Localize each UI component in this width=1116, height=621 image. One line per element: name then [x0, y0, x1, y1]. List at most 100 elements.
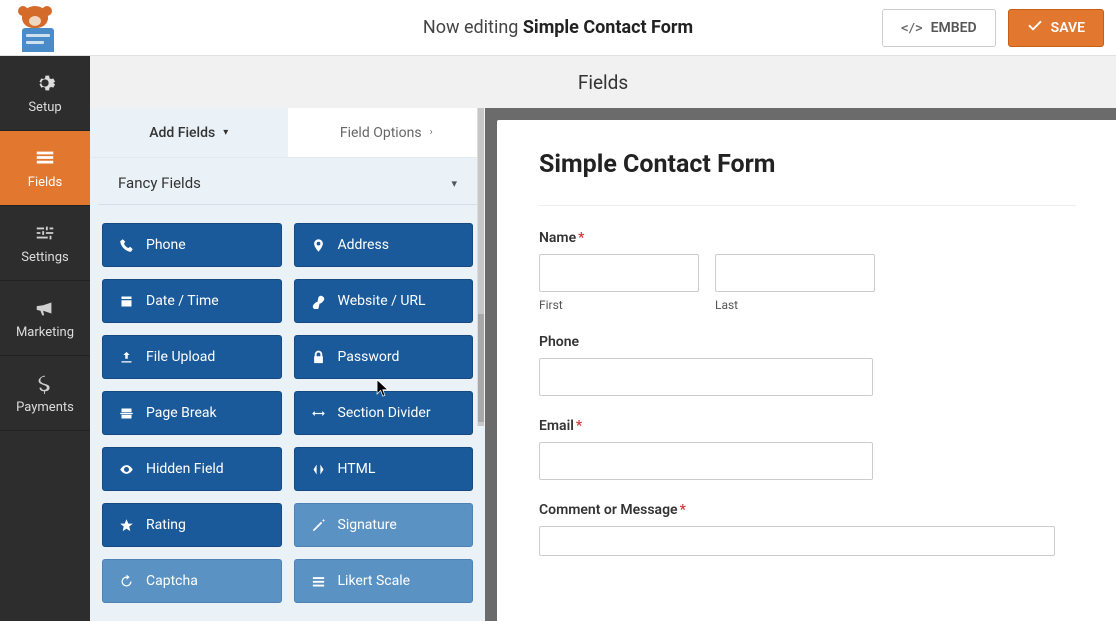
field-captcha-label: Captcha [146, 573, 198, 589]
email-label: Email* [539, 418, 1076, 434]
lock-icon [311, 350, 326, 365]
upload-icon [119, 350, 134, 365]
nav-setup-label: Setup [28, 100, 61, 115]
nav-fields-label: Fields [28, 175, 62, 190]
email-input[interactable] [539, 442, 873, 480]
phone-icon [119, 238, 134, 253]
last-sublabel: Last [715, 298, 875, 312]
field-rating-label: Rating [146, 517, 186, 533]
group-title: Fancy Fields [118, 174, 201, 192]
grid-icon [311, 574, 326, 589]
nav-payments[interactable]: Payments [0, 356, 90, 431]
refresh-icon [119, 574, 134, 589]
nav-payments-label: Payments [16, 400, 74, 415]
calendar-icon [119, 294, 134, 309]
last-name-input[interactable] [715, 254, 875, 292]
field-signature[interactable]: Signature [294, 503, 474, 547]
first-sublabel: First [539, 298, 699, 312]
nav-settings-label: Settings [21, 250, 68, 265]
field-phone-label: Phone [146, 237, 186, 253]
comment-textarea[interactable] [539, 526, 1055, 556]
app-logo [12, 6, 58, 52]
field-hidden[interactable]: Hidden Field [102, 447, 282, 491]
eye-slash-icon [119, 462, 134, 477]
nav-marketing[interactable]: Marketing [0, 281, 90, 356]
embed-button[interactable]: </> EMBED [882, 9, 996, 47]
preview-page[interactable]: Simple Contact Form Name* First Last [497, 120, 1116, 621]
map-pin-icon [311, 238, 326, 253]
field-name[interactable]: Name* First Last [539, 230, 1076, 312]
field-website[interactable]: Website / URL [294, 279, 474, 323]
nav-setup[interactable]: Setup [0, 56, 90, 131]
tab-options-label: Field Options [340, 125, 422, 141]
field-signature-label: Signature [338, 517, 397, 533]
code-icon [311, 462, 326, 477]
code-icon: </> [901, 21, 923, 35]
chevron-right-icon: › [430, 127, 433, 138]
phone-label: Phone [539, 334, 1076, 350]
field-pagebreak[interactable]: Page Break [102, 391, 282, 435]
chevron-down-icon: ▾ [223, 127, 228, 138]
star-icon [119, 518, 134, 533]
field-datetime[interactable]: Date / Time [102, 279, 282, 323]
sliders-icon [34, 222, 56, 244]
embed-label: EMBED [931, 20, 977, 36]
page-title: Now editing Simple Contact Form [423, 17, 693, 38]
pencil-icon [311, 518, 326, 533]
check-icon [1027, 18, 1043, 38]
gear-icon [34, 72, 56, 94]
nav-settings[interactable]: Settings [0, 206, 90, 281]
scrollbar-thumb[interactable] [478, 314, 484, 422]
comment-label: Comment or Message* [539, 502, 1076, 518]
field-sectiondivider[interactable]: Section Divider [294, 391, 474, 435]
field-pagebreak-label: Page Break [146, 405, 217, 421]
field-html[interactable]: HTML [294, 447, 474, 491]
field-address[interactable]: Address [294, 223, 474, 267]
field-comment-preview[interactable]: Comment or Message* [539, 502, 1076, 556]
list-icon [34, 147, 56, 169]
panel-title: Fields [578, 71, 628, 94]
tab-field-options[interactable]: Field Options › [288, 108, 486, 157]
field-likert-label: Likert Scale [338, 573, 411, 589]
tab-add-label: Add Fields [149, 125, 215, 141]
field-phone[interactable]: Phone [102, 223, 282, 267]
dollar-icon [34, 372, 56, 394]
save-label: SAVE [1051, 20, 1085, 36]
field-datetime-label: Date / Time [146, 293, 219, 309]
field-phone-preview[interactable]: Phone [539, 334, 1076, 396]
field-fileupload[interactable]: File Upload [102, 335, 282, 379]
form-preview: Simple Contact Form Name* First Last [485, 108, 1116, 621]
name-label: Name* [539, 230, 1076, 246]
field-html-label: HTML [338, 461, 376, 477]
field-palette: Add Fields ▾ Field Options › Fancy Field… [90, 108, 485, 621]
top-bar: Now editing Simple Contact Form </> EMBE… [0, 0, 1116, 56]
field-likert[interactable]: Likert Scale [294, 559, 474, 603]
group-fancy-fields[interactable]: Fancy Fields ▾ [98, 158, 477, 205]
field-sectiondivider-label: Section Divider [338, 405, 431, 421]
field-fileupload-label: File Upload [146, 349, 215, 365]
field-captcha[interactable]: Captcha [102, 559, 282, 603]
form-name: Simple Contact Form [523, 17, 693, 38]
nav-fields[interactable]: Fields [0, 131, 90, 206]
field-email-preview[interactable]: Email* [539, 418, 1076, 480]
field-hidden-label: Hidden Field [146, 461, 224, 477]
arrows-h-icon [311, 406, 326, 421]
pagebreak-icon [119, 406, 134, 421]
link-icon [311, 294, 326, 309]
field-address-label: Address [338, 237, 389, 253]
field-website-label: Website / URL [338, 293, 426, 309]
preview-title: Simple Contact Form [539, 150, 1076, 179]
first-name-input[interactable] [539, 254, 699, 292]
field-rating[interactable]: Rating [102, 503, 282, 547]
side-nav: Setup Fields Settings Marketing Payments [0, 56, 90, 621]
phone-input[interactable] [539, 358, 873, 396]
chevron-down-icon: ▾ [451, 177, 457, 190]
editing-prefix: Now editing [423, 17, 523, 38]
field-password[interactable]: Password [294, 335, 474, 379]
field-password-label: Password [338, 349, 400, 365]
tab-add-fields[interactable]: Add Fields ▾ [90, 108, 288, 157]
nav-marketing-label: Marketing [16, 325, 74, 340]
save-button[interactable]: SAVE [1008, 9, 1104, 47]
bullhorn-icon [34, 297, 56, 319]
divider [539, 205, 1076, 206]
